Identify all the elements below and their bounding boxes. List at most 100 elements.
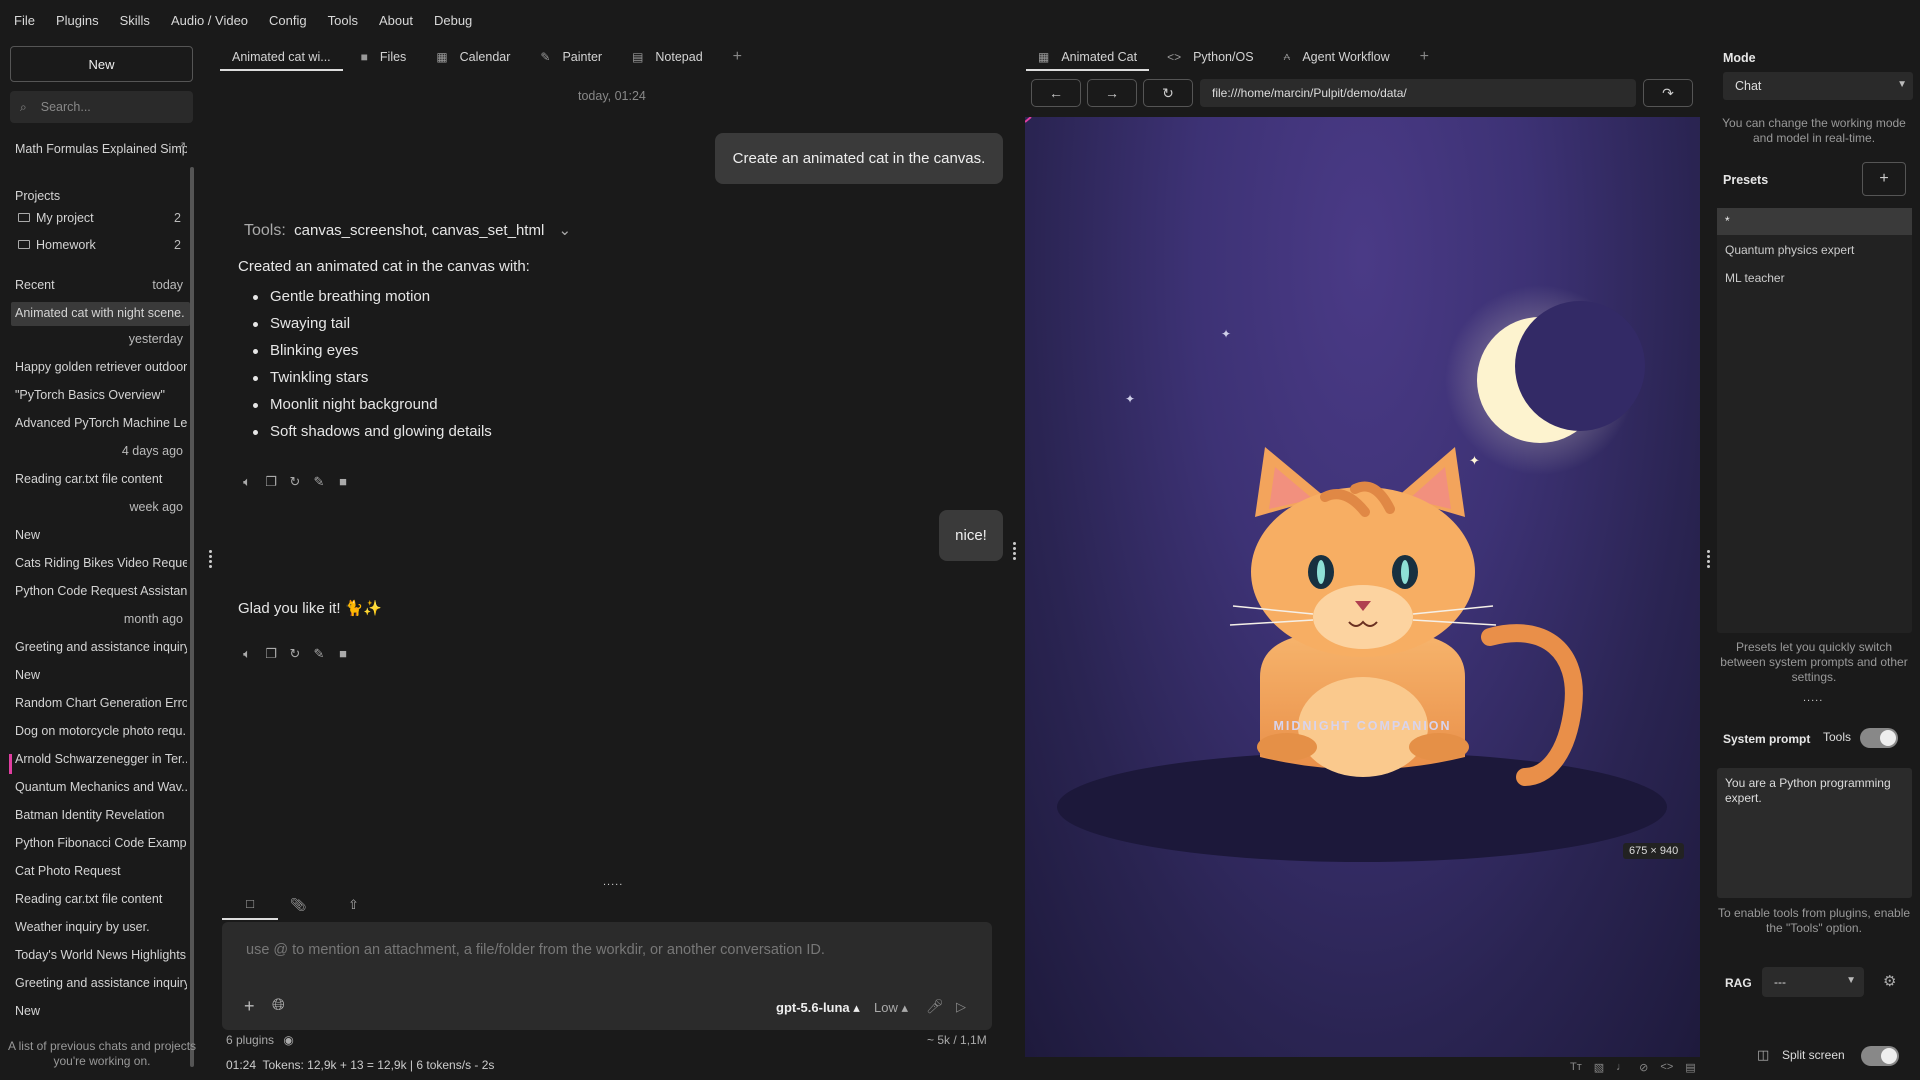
- regenerate-icon[interactable]: ↻: [287, 474, 303, 490]
- menu-plugins[interactable]: Plugins: [56, 13, 99, 28]
- copy-icon[interactable]: ❐: [263, 646, 279, 662]
- chat-item[interactable]: Quantum Mechanics and Wav...: [15, 780, 187, 794]
- menu-tools[interactable]: Tools: [328, 13, 358, 28]
- url-bar[interactable]: file:///home/marcin/Pulpit/demo/data/: [1200, 79, 1636, 107]
- speaker-icon[interactable]: 🔈︎: [239, 474, 255, 490]
- redo-button[interactable]: ↷: [1643, 79, 1693, 107]
- code-icon[interactable]: <>: [1660, 1061, 1673, 1074]
- chat-item[interactable]: Cat Photo Request: [15, 864, 187, 878]
- microphone-icon[interactable]: 🎤︎: [926, 998, 944, 1015]
- model-selector[interactable]: gpt-5.6-luna ▴: [776, 1000, 860, 1016]
- mute-icon[interactable]: ⊘: [1639, 1061, 1648, 1074]
- splitter-handle[interactable]: [1707, 550, 1710, 570]
- chat-item[interactable]: New: [15, 1004, 187, 1018]
- menu-about[interactable]: About: [379, 13, 413, 28]
- rag-select[interactable]: --- ▼: [1762, 967, 1864, 997]
- text-size-icon[interactable]: Tт: [1570, 1061, 1582, 1074]
- add-tab-button[interactable]: +: [1420, 40, 1429, 73]
- chat-item[interactable]: Reading car.txt file content: [15, 472, 187, 486]
- menu-file[interactable]: File: [14, 13, 35, 28]
- chat-item[interactable]: Today's World News Highlights: [15, 948, 187, 962]
- plus-icon[interactable]: +: [244, 996, 255, 1017]
- search-input[interactable]: ⌕ Search...: [10, 91, 193, 123]
- sidebar-scrollbar[interactable]: [190, 167, 194, 1067]
- tab-calendar[interactable]: ▦ Calendar: [436, 40, 510, 73]
- add-preset-button[interactable]: +: [1862, 162, 1906, 196]
- chat-item[interactable]: Dog on motorcycle photo requ...: [15, 724, 187, 738]
- chat-item[interactable]: Weather inquiry by user.: [15, 920, 187, 934]
- chat-item[interactable]: Animated cat with night scene.: [15, 306, 187, 320]
- cat-scene: ✦ ✦ ✦: [1025, 117, 1667, 862]
- pinned-chat[interactable]: Math Formulas Explained Simply: [15, 142, 187, 156]
- chat-item[interactable]: Random Chart Generation Error: [15, 696, 187, 710]
- resize-handle[interactable]: .....: [1803, 692, 1823, 704]
- tab-agent-workflow[interactable]: ⩜ Agent Workflow: [1284, 40, 1390, 73]
- chat-item[interactable]: Happy golden retriever outdoors: [15, 360, 187, 374]
- forward-button[interactable]: →: [1087, 79, 1137, 107]
- pin-icon[interactable]: ↗: [177, 139, 186, 152]
- copy-icon[interactable]: ❐: [263, 474, 279, 490]
- split-screen-label: Split screen: [1782, 1048, 1845, 1062]
- tab-animated-cat-canvas[interactable]: ▦ Animated Cat: [1025, 40, 1150, 73]
- attachment-icon[interactable]: 📎︎: [290, 897, 307, 913]
- menu-debug[interactable]: Debug: [434, 13, 472, 28]
- pink-mark: [1025, 117, 1032, 123]
- menu-config[interactable]: Config: [269, 13, 307, 28]
- chat-item[interactable]: Advanced PyTorch Machine Le...: [15, 416, 187, 430]
- effort-selector[interactable]: Low ▴: [874, 1000, 908, 1016]
- tools-toggle[interactable]: [1860, 728, 1898, 748]
- tab-notepad[interactable]: ▤ Notepad: [632, 40, 703, 73]
- database-icon[interactable]: ▤: [1685, 1061, 1695, 1074]
- resize-handle[interactable]: .....: [603, 876, 623, 888]
- message-input[interactable]: use @ to mention an attachment, a file/f…: [222, 922, 992, 1030]
- menu-audio-video[interactable]: Audio / Video: [171, 13, 248, 28]
- splitter-handle[interactable]: [209, 550, 212, 570]
- chat-item[interactable]: Greeting and assistance inquiry.: [15, 976, 187, 990]
- tab-painter[interactable]: ✎ Painter: [540, 40, 602, 73]
- chat-item[interactable]: Reading car.txt file content: [15, 892, 187, 906]
- mode-select[interactable]: Chat ▼: [1723, 72, 1913, 100]
- chat-item[interactable]: New: [15, 528, 187, 542]
- chat-item[interactable]: Python Code Request Assistan...: [15, 584, 187, 598]
- project-homework[interactable]: Homework: [18, 238, 190, 252]
- gear-icon[interactable]: ⚙: [1883, 972, 1896, 990]
- delete-icon[interactable]: ■: [335, 646, 351, 662]
- splitter-handle[interactable]: [1013, 542, 1016, 562]
- preset-item[interactable]: ML teacher: [1725, 271, 1785, 285]
- camera-off-icon[interactable]: ▧: [1594, 1061, 1604, 1074]
- mic-icon[interactable]: ♩: [1616, 1061, 1627, 1074]
- chat-item[interactable]: Cats Riding Bikes Video Request: [15, 556, 187, 570]
- tab-files[interactable]: ■ Files: [361, 40, 407, 73]
- chat-item[interactable]: "PyTorch Basics Overview": [15, 388, 187, 402]
- regenerate-icon[interactable]: ↻: [287, 646, 303, 662]
- split-screen-toggle[interactable]: [1861, 1046, 1899, 1066]
- back-button[interactable]: ←: [1031, 79, 1081, 107]
- delete-icon[interactable]: ■: [335, 474, 351, 490]
- menu-skills[interactable]: Skills: [120, 13, 150, 28]
- edit-icon[interactable]: ✎: [311, 646, 327, 662]
- upload-icon[interactable]: ⇧: [348, 897, 359, 913]
- chat-item[interactable]: Greeting and assistance inquiry.: [15, 640, 187, 654]
- add-tab-button[interactable]: +: [733, 40, 742, 73]
- edit-icon[interactable]: ✎: [311, 474, 327, 490]
- chevron-down-icon[interactable]: ⌄: [558, 222, 571, 239]
- tab-animated-cat[interactable]: Animated cat wi...: [220, 40, 343, 73]
- send-icon[interactable]: ▷: [956, 999, 966, 1015]
- chat-item[interactable]: Python Fibonacci Code Example: [15, 836, 187, 850]
- globe-icon[interactable]: 🌐︎: [272, 997, 285, 1015]
- plugins-count[interactable]: 6 plugins ◉: [226, 1033, 294, 1047]
- new-chat-button[interactable]: New: [10, 46, 193, 82]
- star: ✦: [1469, 454, 1480, 469]
- speaker-icon[interactable]: 🔈︎: [239, 646, 255, 662]
- preset-item[interactable]: Quantum physics expert: [1725, 243, 1854, 257]
- reload-button[interactable]: ↻: [1143, 79, 1193, 107]
- project-my-project[interactable]: My project: [18, 211, 190, 225]
- canvas-view[interactable]: ✦ ✦ ✦ MIDNIGHT COMPANION 675 × 940: [1025, 117, 1700, 1057]
- preset-item[interactable]: *: [1725, 214, 1730, 228]
- chat-input-tab[interactable]: □: [222, 896, 278, 920]
- system-prompt-field[interactable]: You are a Python programming expert.: [1717, 768, 1912, 898]
- chat-item[interactable]: Batman Identity Revelation: [15, 808, 187, 822]
- chat-item[interactable]: New: [15, 668, 187, 682]
- tab-python-os[interactable]: <> Python/OS: [1167, 40, 1253, 73]
- chat-item[interactable]: Arnold Schwarzenegger in Ter...: [15, 752, 187, 766]
